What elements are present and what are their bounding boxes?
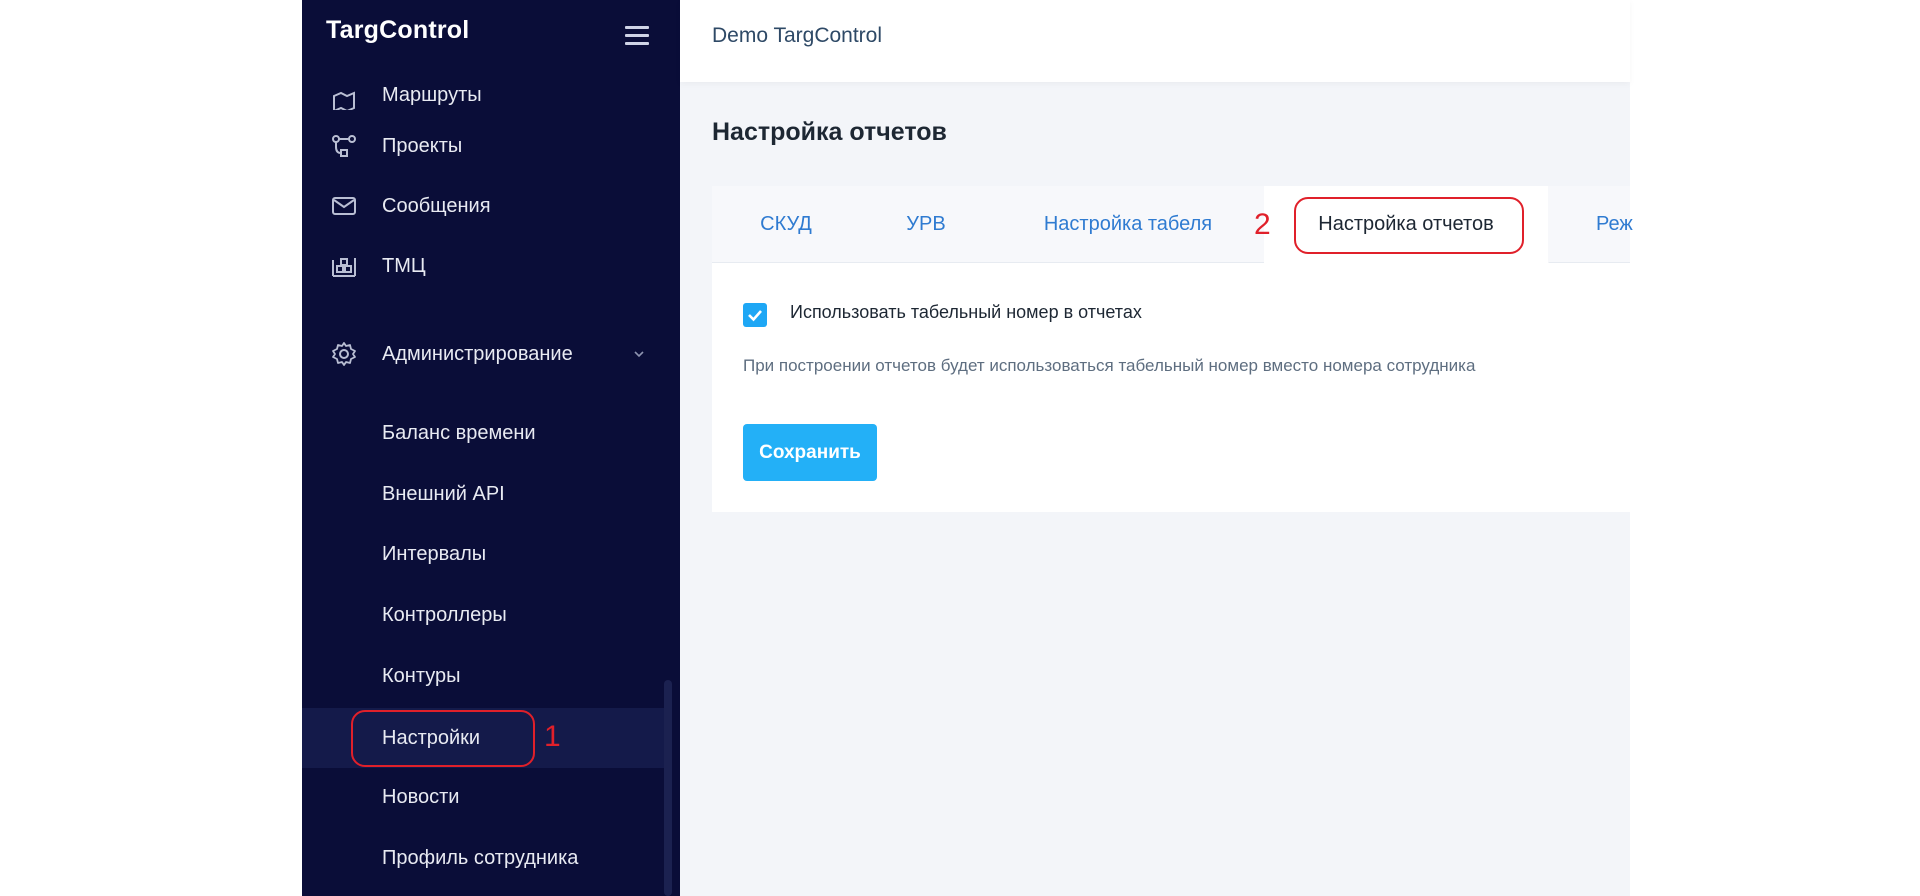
- sidebar-item-employee-profile[interactable]: Профиль сотрудника: [302, 830, 664, 886]
- sidebar-item-news[interactable]: Новости: [302, 769, 664, 825]
- chevron-down-icon: [634, 351, 644, 358]
- sidebar-item-intervals[interactable]: Интервалы: [302, 526, 664, 582]
- sidebar-item-external-api[interactable]: Внешний API: [302, 466, 664, 522]
- app-logo: TargControl: [326, 16, 470, 44]
- sidebar-item-label: Новости: [382, 785, 460, 808]
- sidebar-item-messages[interactable]: Сообщения: [302, 178, 664, 234]
- tab-urv[interactable]: УРВ: [860, 186, 993, 262]
- annotation-highlight-report-tab: [1294, 197, 1524, 254]
- sidebar-item-label: Маршруты: [382, 84, 482, 106]
- annotation-highlight-settings: [351, 710, 535, 767]
- sidebar-item-label: Контроллеры: [382, 603, 507, 626]
- sidebar-item-administration[interactable]: Администрирование: [302, 326, 664, 382]
- gear-icon: [332, 342, 356, 366]
- annotation-number-1: 1: [544, 720, 561, 753]
- annotation-number-2: 2: [1254, 208, 1271, 241]
- sidebar-item-label: Сообщения: [382, 194, 491, 217]
- sidebar-item-label: Контуры: [382, 664, 461, 687]
- checkbox-hint: При построении отчетов будет использоват…: [743, 356, 1476, 375]
- save-button[interactable]: Сохранить: [743, 424, 877, 481]
- sidebar-item-routes[interactable]: Маршруты: [302, 60, 664, 110]
- warehouse-icon: [332, 258, 356, 277]
- sidebar-item-inventory[interactable]: ТМЦ: [302, 238, 664, 294]
- sidebar-item-label: Администрирование: [382, 342, 573, 365]
- checkmark-icon: [748, 310, 762, 322]
- sidebar-item-label: Профиль сотрудника: [382, 846, 579, 869]
- sidebar-item-contours[interactable]: Контуры: [302, 648, 664, 704]
- sidebar-item-label: ТМЦ: [382, 254, 426, 277]
- map-icon: [333, 91, 355, 110]
- projects-icon: [332, 135, 356, 157]
- tab-timesheet-settings[interactable]: Настройка табеля: [992, 186, 1265, 262]
- page-title: Настройка отчетов: [712, 118, 947, 146]
- use-timesheet-number-checkbox[interactable]: [743, 303, 767, 327]
- sidebar-item-projects[interactable]: Проекты: [302, 118, 664, 174]
- checkbox-label: Использовать табельный номер в отчетах: [790, 302, 1142, 322]
- mail-icon: [332, 197, 356, 215]
- sidebar-item-label: Внешний API: [382, 482, 505, 505]
- sidebar-item-label: Баланс времени: [382, 421, 536, 444]
- sidebar-item-time-balance[interactable]: Баланс времени: [302, 405, 664, 461]
- sidebar-item-controllers[interactable]: Контроллеры: [302, 587, 664, 643]
- tab-skud[interactable]: СКУД: [712, 186, 861, 262]
- sidebar-item-label: Проекты: [382, 134, 463, 157]
- top-bar: Demo TargControl: [680, 0, 1630, 82]
- tab-modes[interactable]: Реж: [1548, 186, 1633, 262]
- main-content: Demo TargControl Настройка отчетов СКУД …: [680, 0, 1633, 896]
- sidebar-item-label: Интервалы: [382, 542, 487, 565]
- menu-toggle-icon[interactable]: [625, 26, 649, 46]
- screenshot: TargControl Маршруты Проекты Сообщения Т…: [0, 0, 1920, 896]
- sidebar-scrollbar[interactable]: [664, 680, 672, 896]
- organization-title: Demo TargControl: [712, 24, 883, 47]
